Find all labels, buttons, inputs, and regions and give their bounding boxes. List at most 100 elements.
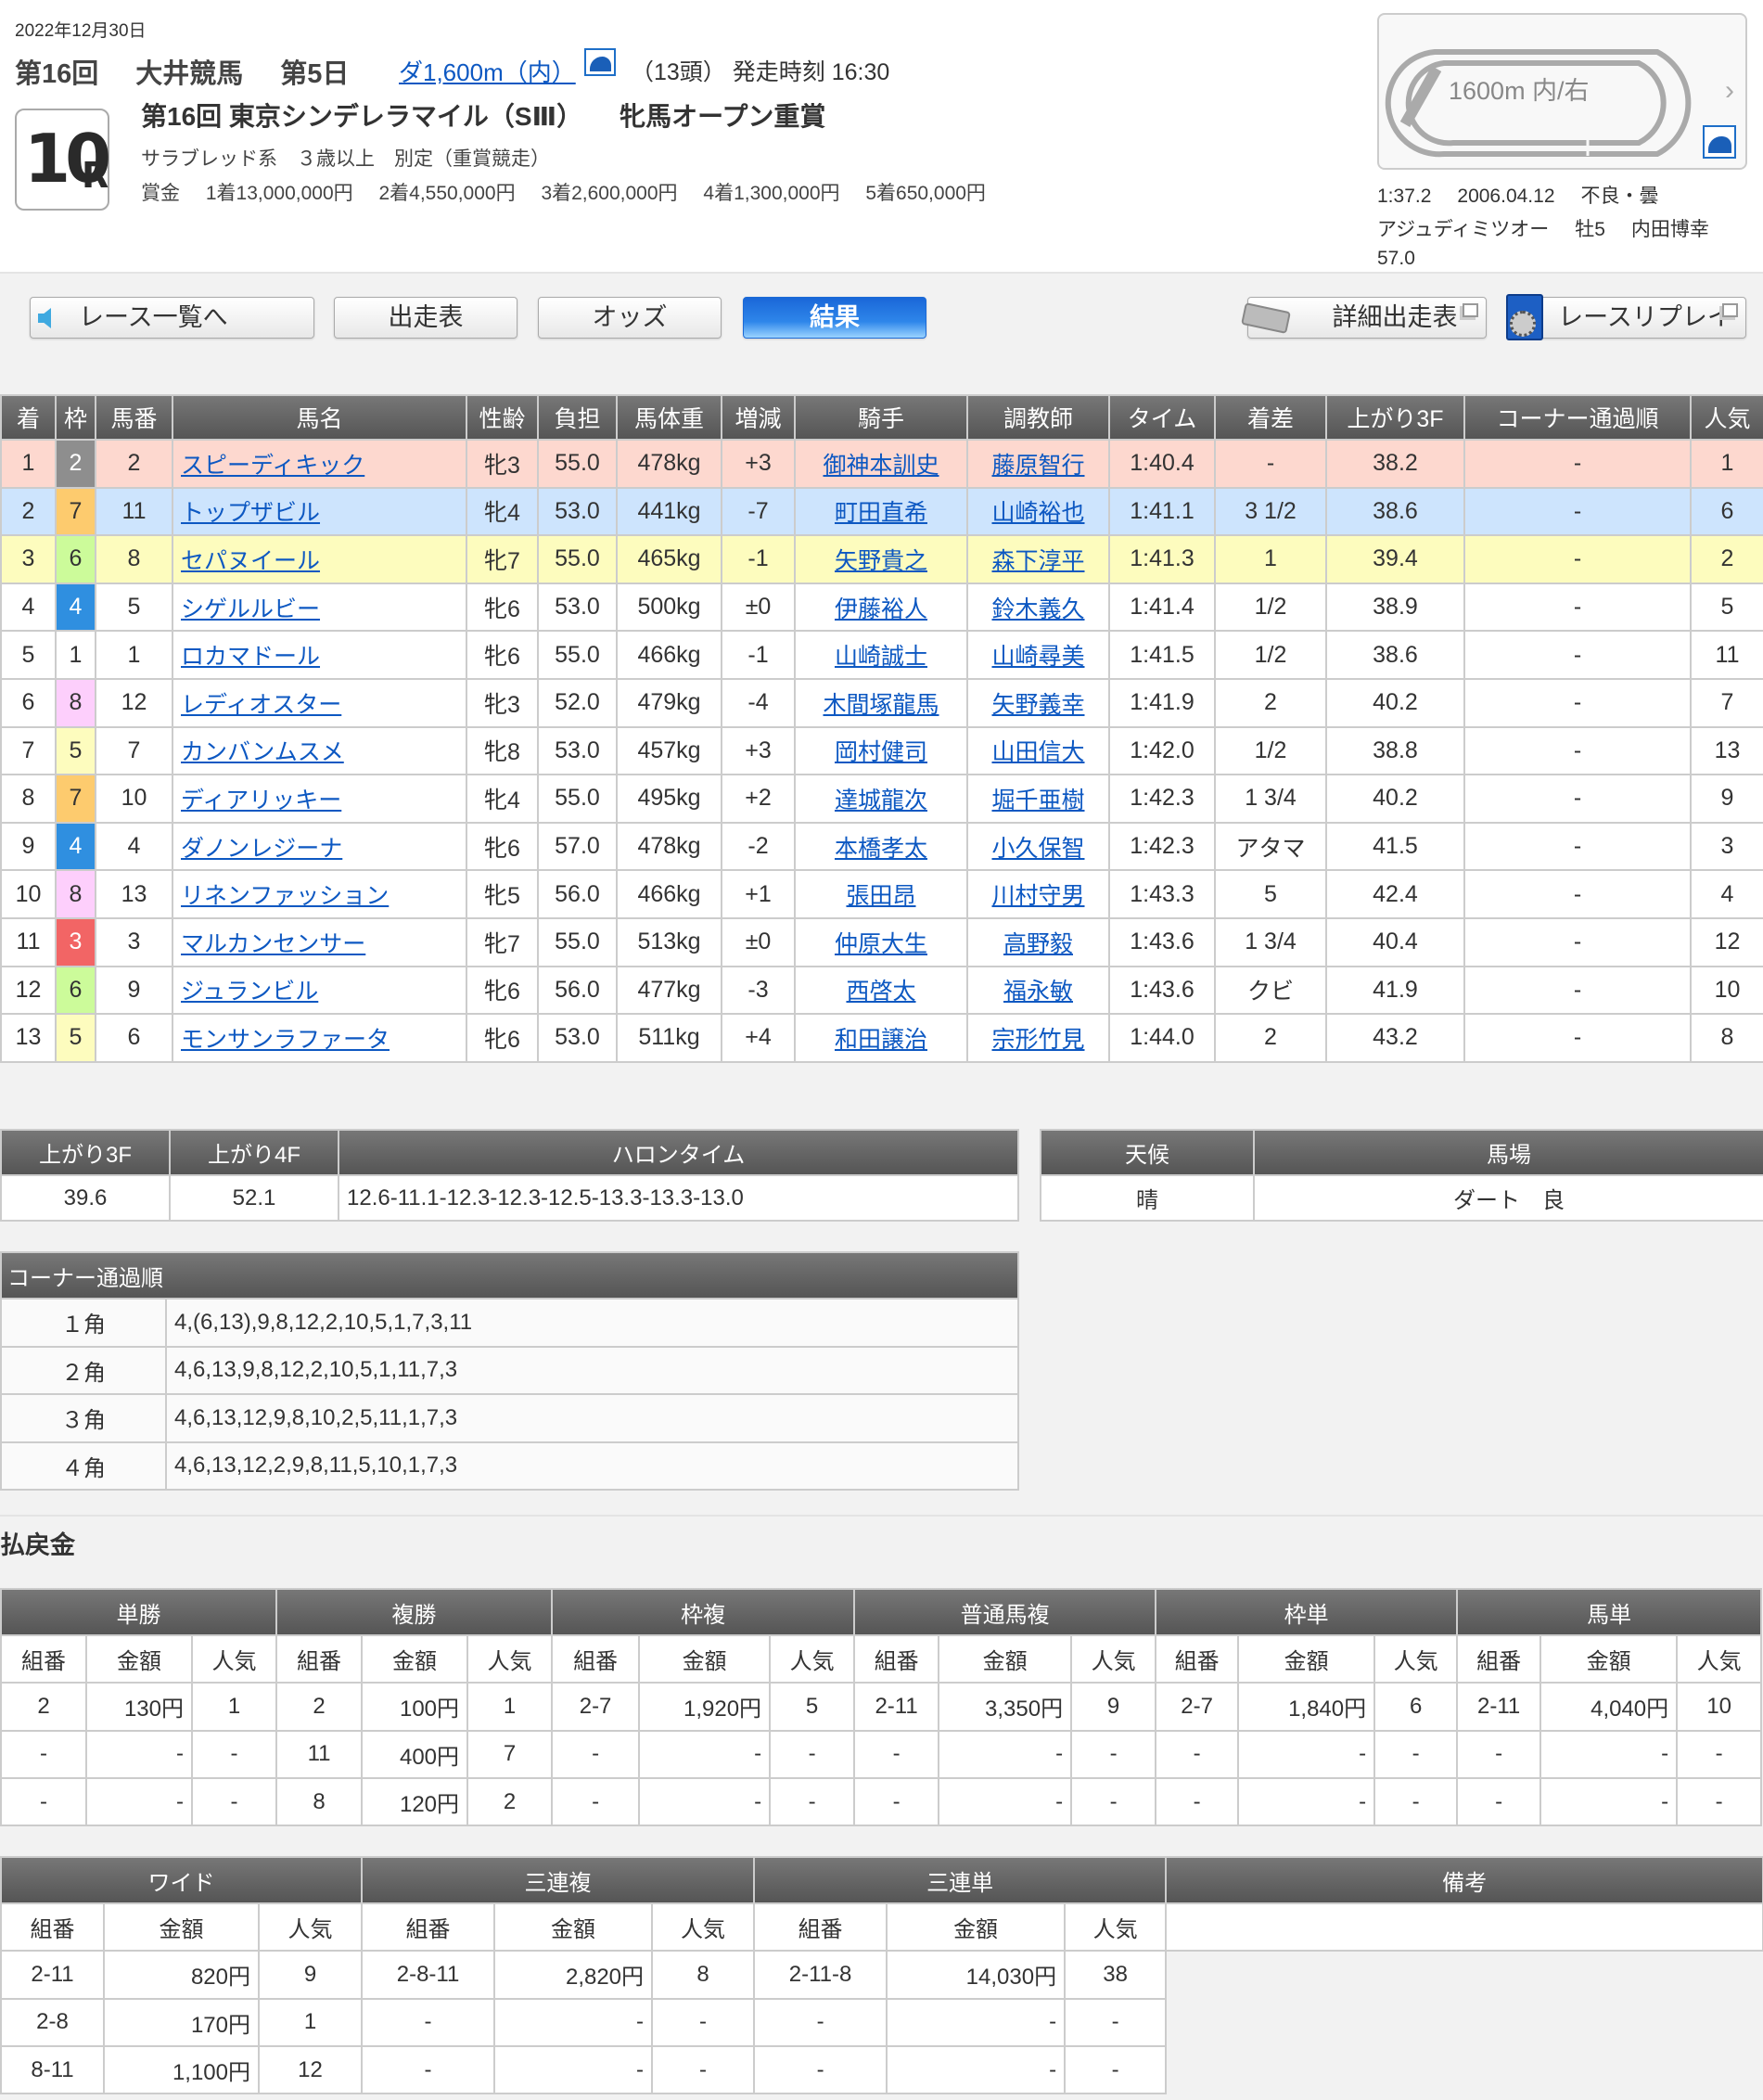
cell-position: 11 [0, 916, 57, 967]
distance-link[interactable]: ダ1,600m（内） [399, 54, 576, 88]
horse-name-link[interactable]: セパヌイール [181, 548, 320, 574]
cell-margin: 1/2 [1214, 630, 1327, 680]
combination-header: 組番 [853, 1633, 940, 1684]
cell-sex-age: 牝6 [466, 965, 539, 1016]
horse-name-link[interactable]: シゲルルビー [181, 596, 320, 622]
cell-time: 1:43.3 [1108, 869, 1216, 919]
cell-jockey: 仲原大生 [794, 916, 968, 967]
trainer-link[interactable]: 宗形竹見 [991, 1027, 1084, 1053]
prize-2nd: 2着4,550,000円 [378, 183, 516, 204]
jockey-link[interactable]: 西啓太 [846, 979, 915, 1005]
cell-sex-age: 牝7 [466, 916, 539, 967]
cell-horse-name: カンバンムスメ [172, 725, 467, 776]
cell-weight-carried: 56.0 [537, 965, 618, 1016]
entries-button[interactable]: 出走表 [334, 297, 517, 339]
combination-header: 組番 [0, 1633, 87, 1684]
cell-frame: 5 [55, 725, 96, 776]
jockey-link[interactable]: 本橋孝太 [835, 836, 927, 862]
trainer-link[interactable]: 山崎尋美 [991, 644, 1084, 670]
payout-amount: 130円 [85, 1682, 193, 1732]
course-label: 1600m 内/右 [1449, 77, 1590, 105]
cell-jockey: 張田昂 [794, 869, 968, 919]
cell-margin: アタマ [1214, 821, 1327, 872]
dirt-course-icon[interactable] [584, 48, 616, 76]
cell-margin: 1 [1214, 534, 1327, 584]
horse-name-link[interactable]: トップザビル [181, 500, 320, 526]
horse-name-link[interactable]: ディアリッキー [181, 788, 341, 813]
horse-name-link[interactable]: レディオスター [181, 692, 341, 718]
prize-4th: 4着1,300,000円 [703, 183, 840, 204]
horse-name-link[interactable]: ダノンレジーナ [181, 836, 342, 862]
cell-time: 1:43.6 [1108, 965, 1216, 1016]
jockey-link[interactable]: 岡村健司 [835, 739, 927, 765]
race-list-button[interactable]: レース一覧へ [30, 297, 314, 339]
trainer-link[interactable]: 山崎裕也 [991, 500, 1084, 526]
cell-time: 1:41.1 [1108, 486, 1216, 537]
result-button[interactable]: 結果 [743, 297, 926, 339]
payout-amount: - [886, 1997, 1067, 2047]
chevron-right-icon[interactable]: › [1725, 75, 1734, 107]
amount-header: 金額 [85, 1633, 193, 1684]
horse-name-link[interactable]: マルカンセンサー [181, 931, 365, 957]
trainer-link[interactable]: 藤原智行 [991, 453, 1084, 479]
horse-name-link[interactable]: モンサンラファータ [181, 1027, 390, 1053]
cell-body-weight: 465kg [616, 534, 722, 584]
cell-horse-name: レディオスター [172, 677, 467, 728]
cell-margin: クビ [1214, 965, 1327, 1016]
cell-frame: 1 [55, 630, 96, 680]
jockey-link[interactable]: 御神本訓史 [823, 453, 939, 479]
jockey-link[interactable]: 伊藤裕人 [835, 596, 927, 622]
horse-name-link[interactable]: カンバンムスメ [181, 739, 344, 765]
cell-horse-name: トップザビル [172, 486, 467, 537]
cell-corner-order: - [1463, 582, 1692, 633]
cell-trainer: 小久保智 [966, 821, 1110, 872]
jockey-link[interactable]: 仲原大生 [835, 931, 927, 957]
corner-label: ２角 [0, 1345, 167, 1395]
trainer-link[interactable]: 川村守男 [991, 883, 1084, 909]
cell-time: 1:42.3 [1108, 774, 1216, 824]
payout-amount: - [938, 1729, 1073, 1779]
popularity-header: 人気 [1064, 1902, 1168, 1953]
cell-margin: 3 1/2 [1214, 486, 1327, 537]
trainer-link[interactable]: 山田信大 [991, 739, 1084, 765]
horse-name-link[interactable]: ジュランビル [181, 979, 318, 1005]
trainer-link[interactable]: 小久保智 [991, 836, 1084, 862]
course-map[interactable]: 1600m 内/右 › [1377, 13, 1747, 170]
trainer-link[interactable]: 矢野義幸 [991, 692, 1084, 718]
jockey-link[interactable]: 達城龍次 [835, 788, 927, 813]
cell-frame: 4 [55, 821, 96, 872]
course-record-line-2: アジュディミツオー 牡5 内田博幸 [1377, 214, 1735, 242]
jockey-link[interactable]: 木間塚龍馬 [823, 692, 939, 718]
payout-amount: 170円 [103, 1997, 260, 2047]
cell-time: 1:41.4 [1108, 582, 1216, 633]
trainer-link[interactable]: 森下淳平 [991, 548, 1084, 574]
horse-name-link[interactable]: スピーディキック [181, 453, 364, 479]
col-header-weight-change: 増減 [721, 394, 796, 441]
cell-last-3f: 38.9 [1325, 582, 1465, 633]
cell-position: 1 [0, 439, 57, 489]
jockey-link[interactable]: 町田直希 [835, 500, 927, 526]
odds-button[interactable]: オッズ [538, 297, 722, 339]
detailed-entries-button[interactable]: 詳細出走表 [1241, 297, 1487, 339]
trainer-link[interactable]: 堀千亜樹 [991, 788, 1084, 813]
trainer-link[interactable]: 鈴木義久 [991, 596, 1084, 622]
horse-name-link[interactable]: ロカマドール [181, 644, 320, 670]
jockey-link[interactable]: 矢野貴之 [835, 548, 927, 574]
payout-popularity: - [1064, 2044, 1168, 2095]
cell-sex-age: 牝6 [466, 1013, 539, 1063]
cell-position: 12 [0, 965, 57, 1016]
jockey-link[interactable]: 山崎誠士 [835, 644, 927, 670]
prize-label: 賞金 [141, 183, 180, 204]
payout-combination: 2-11 [0, 1950, 105, 2000]
jockey-link[interactable]: 和田譲治 [835, 1027, 927, 1053]
replay-button[interactable]: レースリプレイ [1506, 294, 1746, 340]
trainer-link[interactable]: 福永敏 [1003, 979, 1073, 1005]
payout-popularity: - [1676, 1776, 1763, 1827]
trainer-link[interactable]: 高野毅 [1003, 931, 1073, 957]
jockey-link[interactable]: 張田昂 [846, 883, 915, 909]
cell-weight-carried: 52.0 [537, 677, 618, 728]
cell-frame: 2 [55, 439, 96, 489]
horse-name-link[interactable]: リネンファッション [181, 883, 389, 909]
popularity-header: 人気 [769, 1633, 856, 1684]
cell-position: 10 [0, 869, 57, 919]
